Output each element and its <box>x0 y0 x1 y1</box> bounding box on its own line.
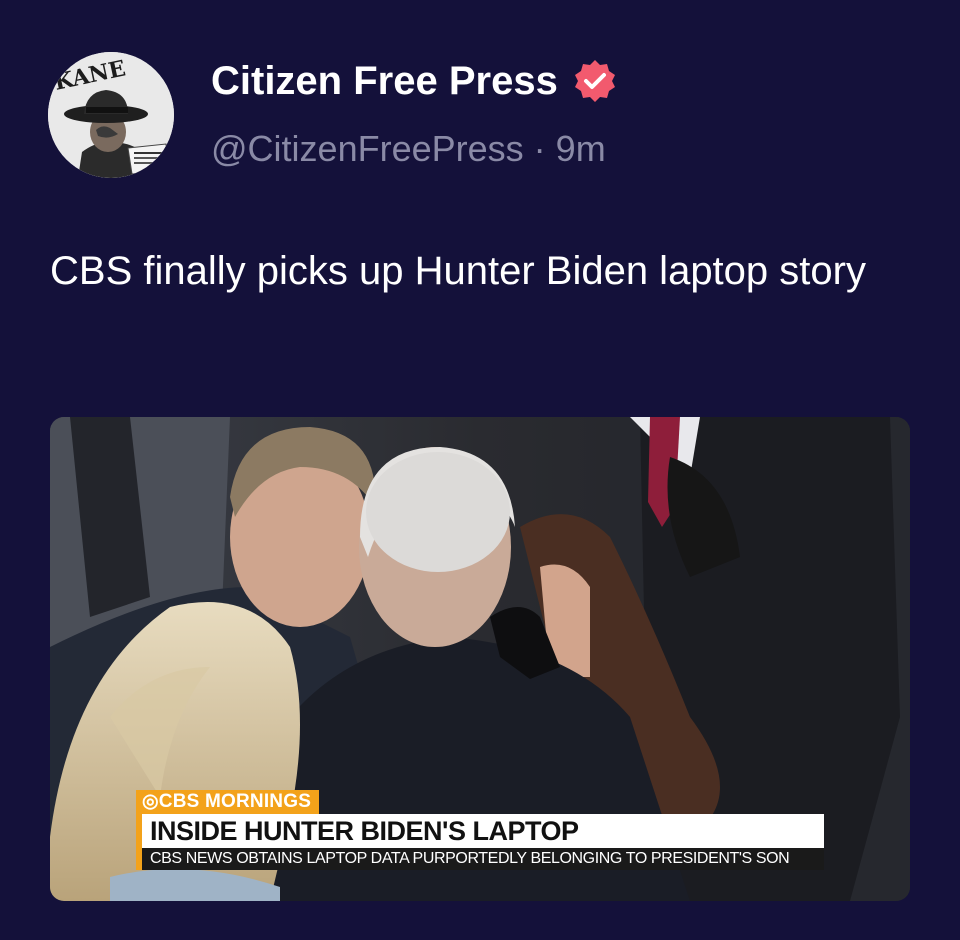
separator-dot: · <box>533 128 546 169</box>
author-name-row: Citizen Free Press <box>211 58 618 104</box>
news-subline: CBS NEWS OBTAINS LAPTOP DATA PURPORTEDLY… <box>136 848 824 870</box>
news-headline: INSIDE HUNTER BIDEN'S LAPTOP <box>136 814 824 848</box>
handle-line: @CitizenFreePress · 9m <box>211 128 606 170</box>
post-media[interactable]: ◎CBS MORNINGS INSIDE HUNTER BIDEN'S LAPT… <box>50 417 910 901</box>
author-name[interactable]: Citizen Free Press <box>211 59 558 104</box>
post-text: CBS finally picks up Hunter Biden laptop… <box>50 249 866 293</box>
author-handle[interactable]: @CitizenFreePress <box>211 128 524 169</box>
author-avatar[interactable]: KANE <box>48 52 174 178</box>
verified-badge-icon <box>572 58 618 104</box>
news-lower-third: ◎CBS MORNINGS INSIDE HUNTER BIDEN'S LAPT… <box>136 790 824 870</box>
post-timestamp[interactable]: 9m <box>556 128 606 169</box>
avatar-image: KANE <box>48 52 174 178</box>
cbs-mornings-tag: ◎CBS MORNINGS <box>136 790 320 814</box>
cbs-eye-icon: ◎ <box>142 791 159 812</box>
brand-label: CBS MORNINGS <box>158 791 312 812</box>
